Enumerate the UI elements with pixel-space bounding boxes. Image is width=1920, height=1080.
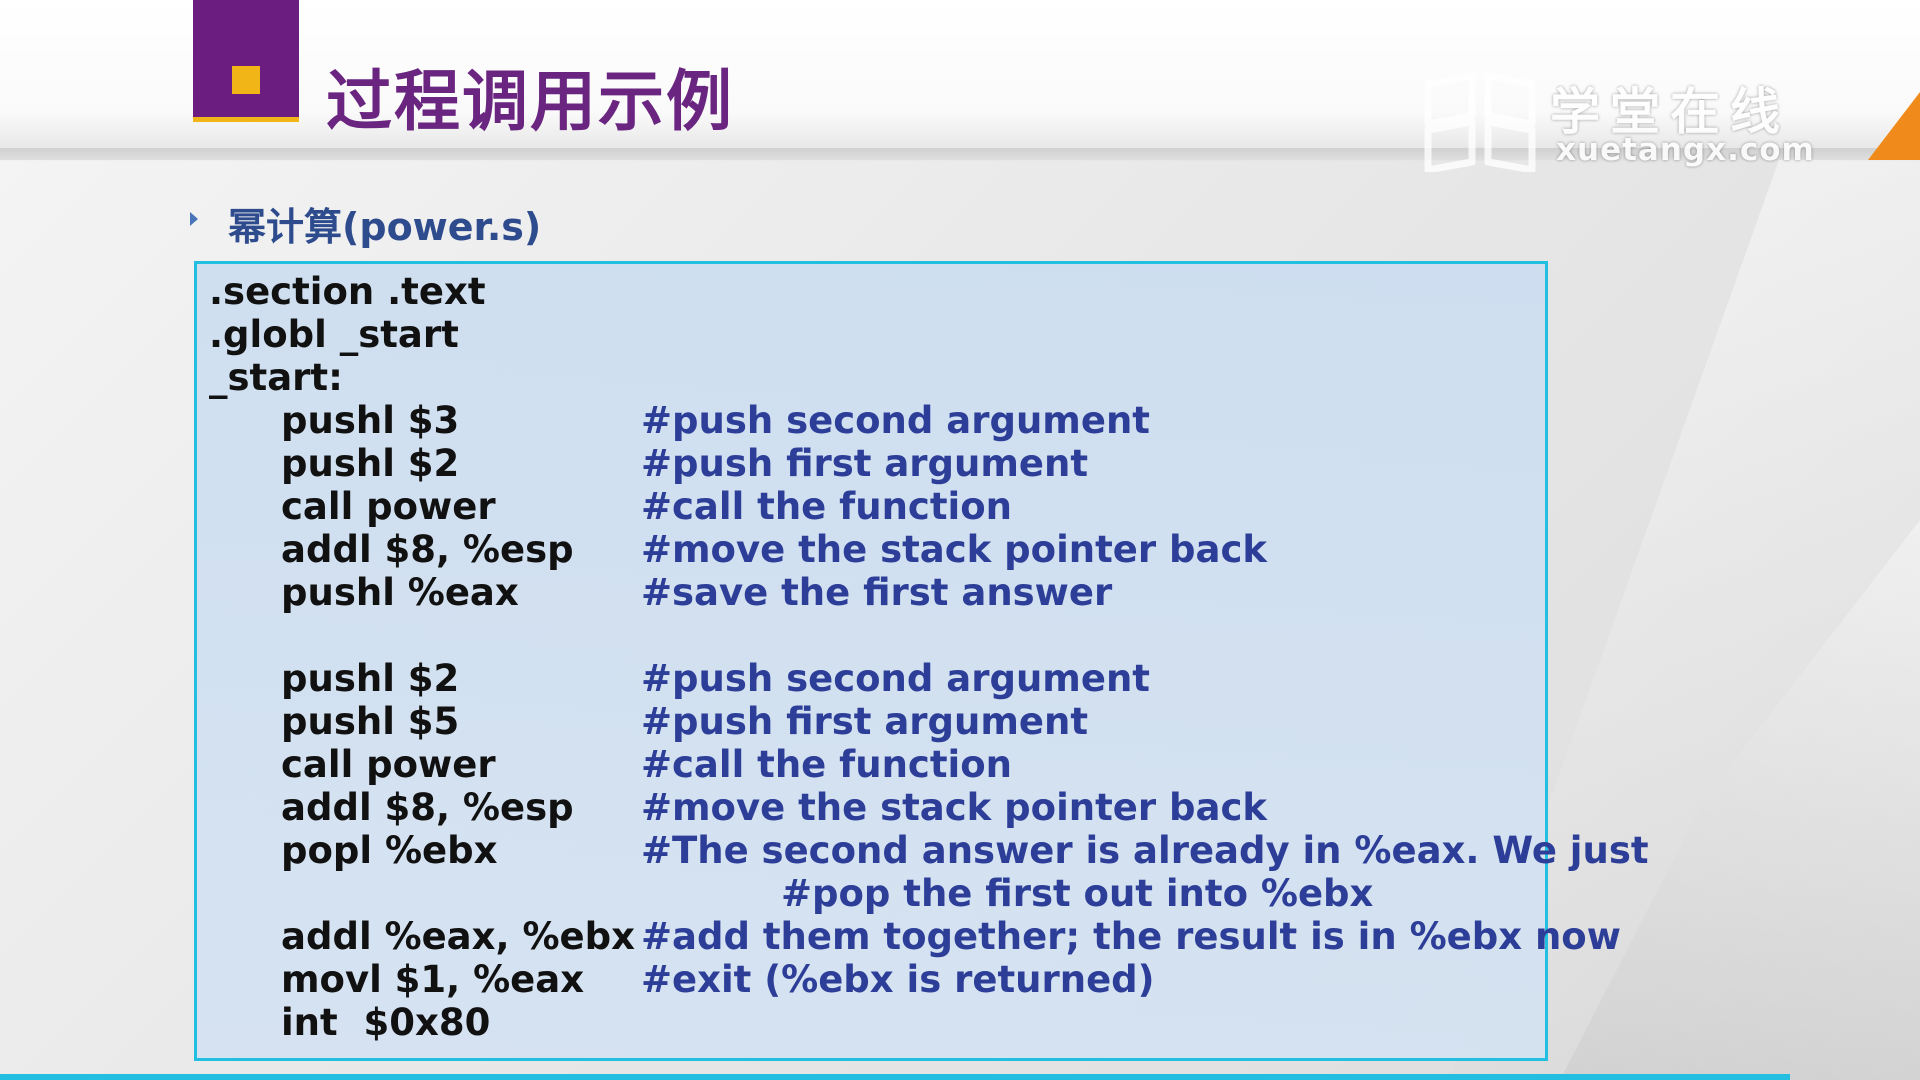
code-instruction: pushl $2: [281, 442, 460, 485]
code-directive: .globl _start: [209, 313, 459, 356]
code-instruction: movl $1, %eax: [281, 958, 585, 1001]
book-icon: [1424, 72, 1536, 172]
code-instruction: addl $8, %esp: [281, 786, 574, 829]
xuetangx-logo: 学堂在线 xuetangx.com: [1420, 68, 1820, 178]
code-instruction: pushl $2: [281, 657, 460, 700]
code-instruction: int $0x80: [281, 1001, 491, 1044]
code-comment: #move the stack pointer back: [641, 528, 1268, 571]
code-instruction: pushl $5: [281, 700, 460, 743]
bullet-triangle-icon: [190, 212, 198, 226]
code-comment: #push first argument: [641, 700, 1089, 743]
code-instruction: pushl $3: [281, 399, 460, 442]
code-comment: #move the stack pointer back: [641, 786, 1268, 829]
code-label: _start:: [209, 356, 343, 399]
logo-domain-text: xuetangx.com: [1556, 132, 1815, 168]
code-directive: .section .text: [209, 270, 486, 313]
code-comment-continuation: #pop the first out into %ebx: [781, 872, 1374, 915]
code-comment: #save the first answer: [641, 571, 1113, 614]
code-comment: #call the function: [641, 485, 1012, 528]
code-comment: #call the function: [641, 743, 1012, 786]
code-instruction: pushl %eax: [281, 571, 519, 614]
subtitle: 幂计算(power.s): [228, 205, 542, 249]
code-comment: #The second answer is already in %eax. W…: [641, 829, 1649, 872]
bottom-rule: [0, 1074, 1790, 1080]
code-instruction: addl %eax, %ebx: [281, 915, 635, 958]
code-listing: .section .text .globl _start _start: pus…: [194, 261, 1649, 1061]
code-instruction: popl %ebx: [281, 829, 498, 872]
title-accent-block: [193, 0, 299, 122]
code-instruction: call power: [281, 485, 496, 528]
code-comment: #add them together; the result is in %eb…: [641, 915, 1621, 958]
code-comment: #push second argument: [641, 657, 1150, 700]
code-comment: #push first argument: [641, 442, 1089, 485]
code-instruction: call power: [281, 743, 496, 786]
title-accent-square: [232, 66, 260, 94]
code-instruction: addl $8, %esp: [281, 528, 574, 571]
code-comment: #push second argument: [641, 399, 1150, 442]
code-comment: #exit (%ebx is returned): [641, 958, 1155, 1001]
title-accent-underline: [193, 117, 299, 122]
slide-title: 过程调用示例: [326, 63, 734, 140]
